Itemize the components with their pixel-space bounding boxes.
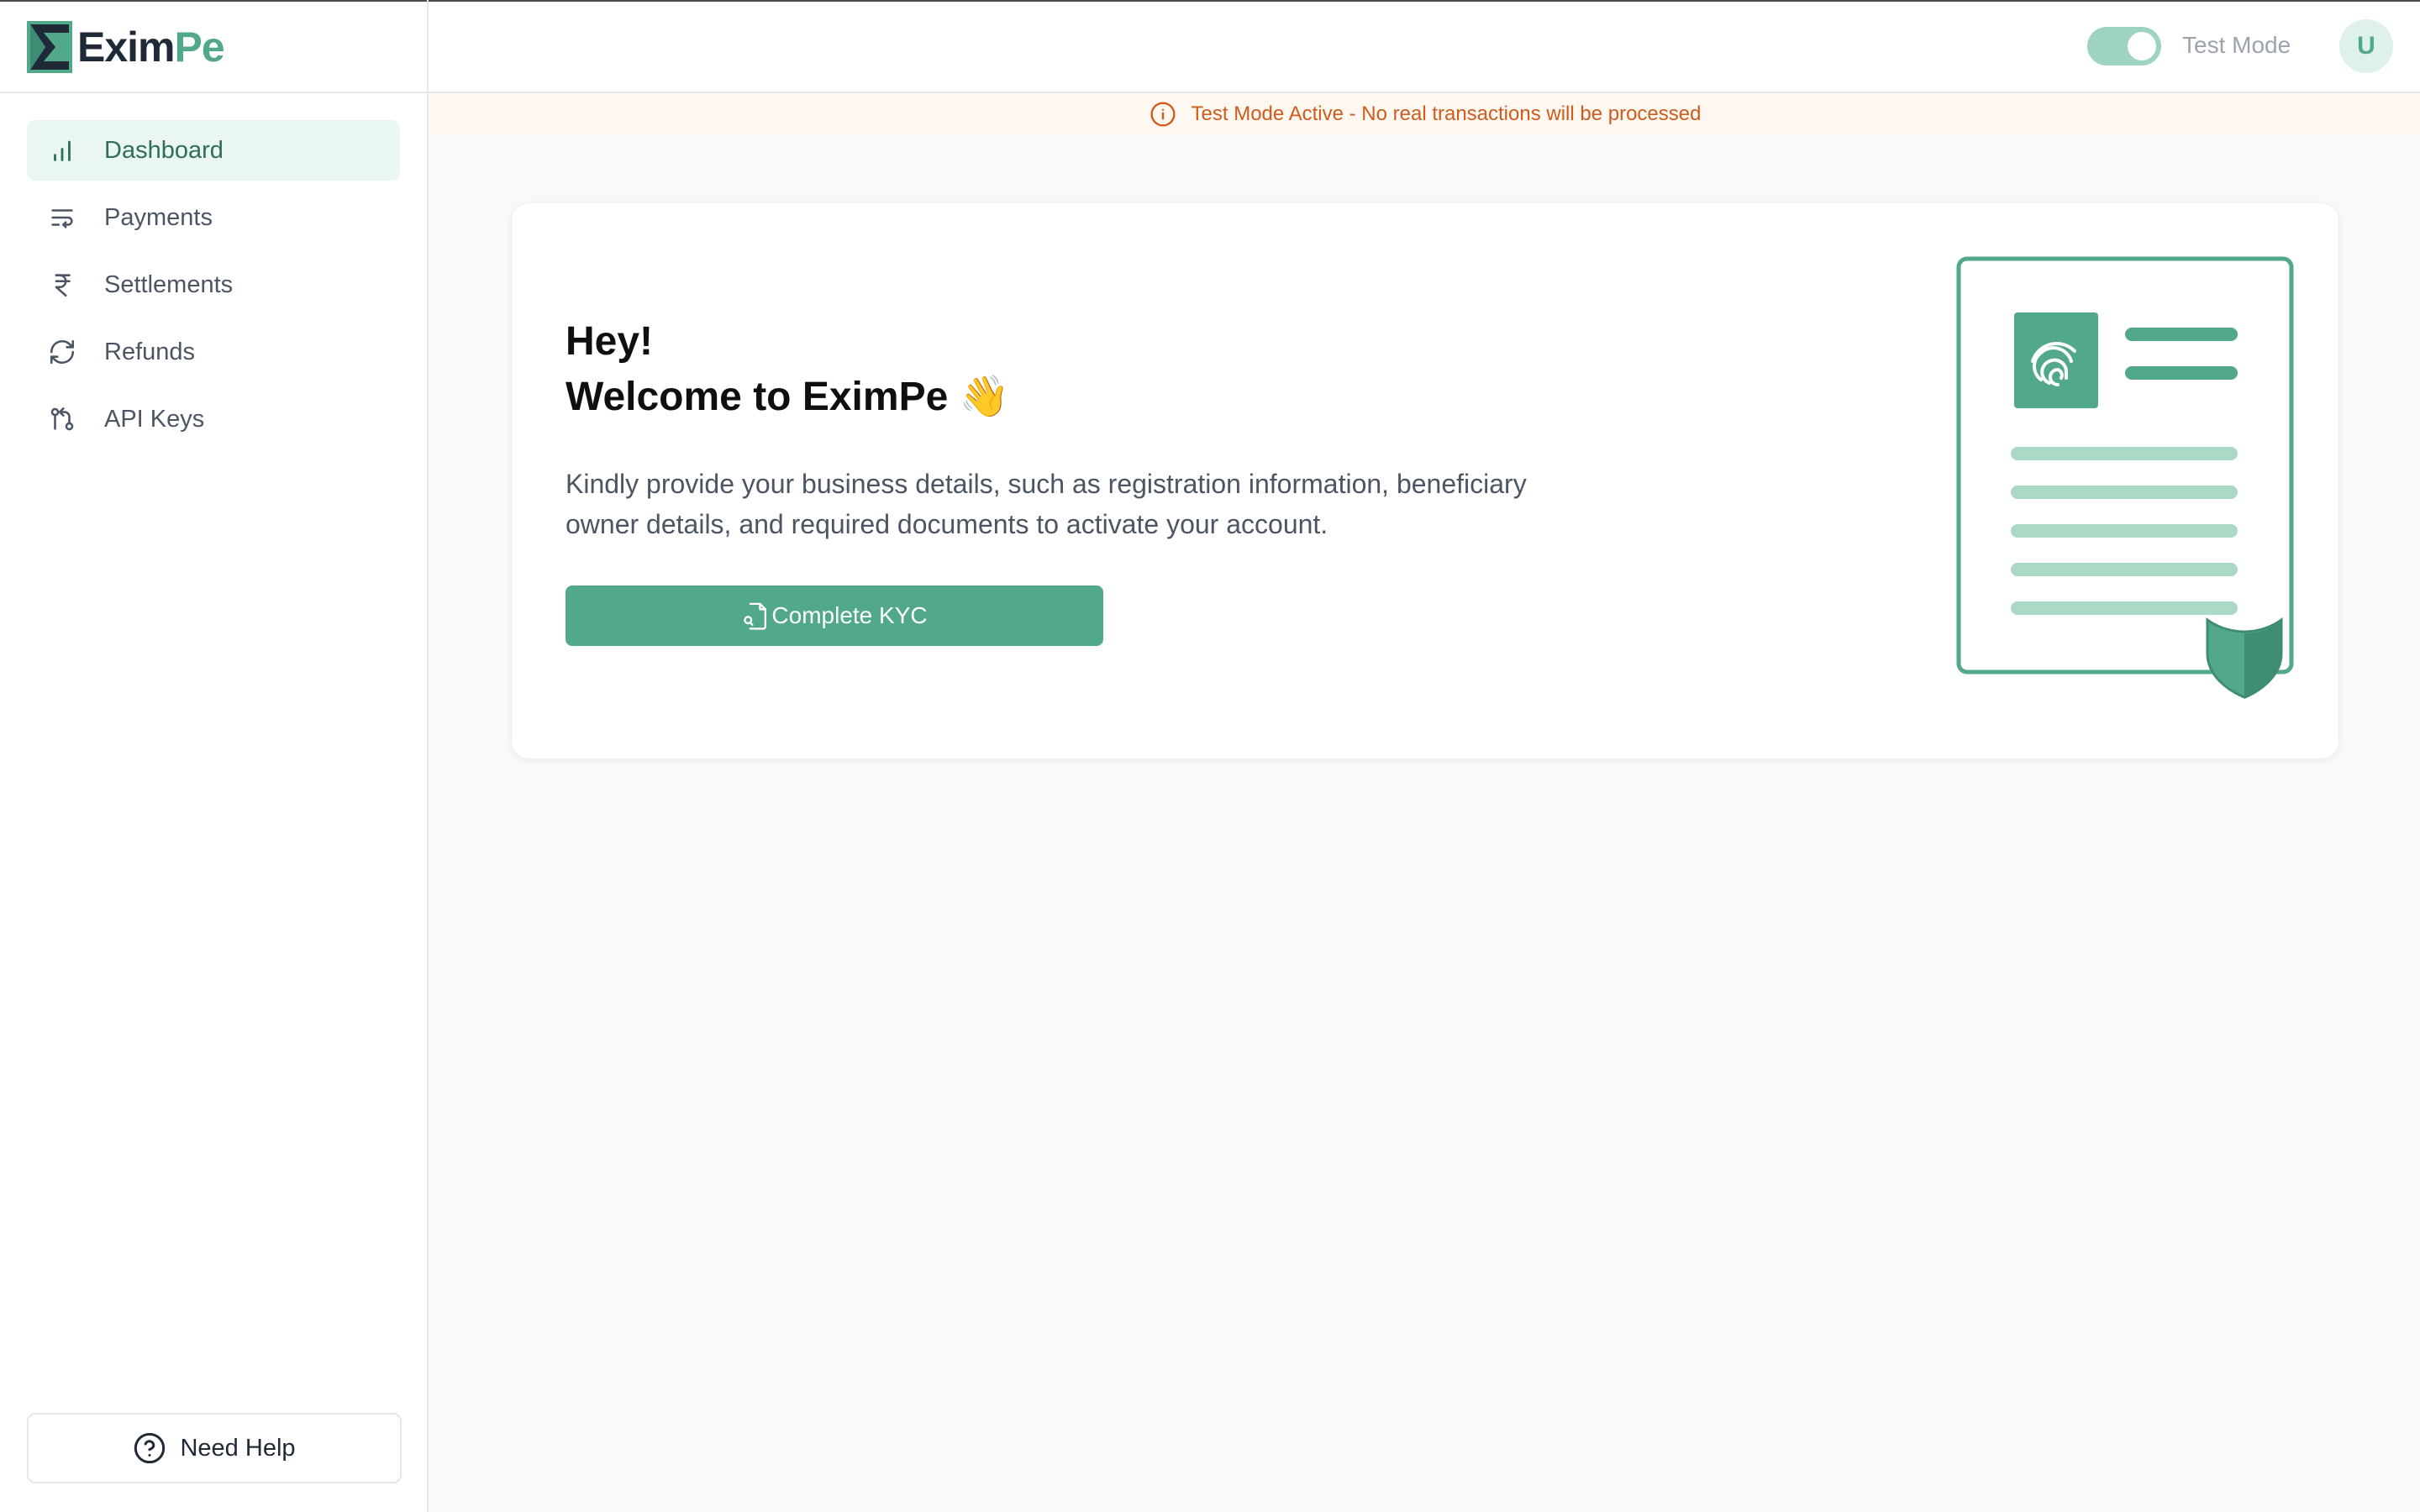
welcome-description: Kindly provide your business details, su…: [566, 469, 1527, 539]
logo-text-pe: Pe: [174, 23, 225, 71]
sidebar-item-label: Dashboard: [104, 136, 224, 164]
logo[interactable]: EximPe: [0, 0, 427, 93]
file-search-icon: [744, 602, 767, 630]
welcome-title: Welcome to EximPe 👋: [566, 375, 1010, 419]
sidebar-item-label: Payments: [104, 203, 213, 231]
git-compare-icon: [47, 404, 77, 434]
sidebar-item-label: API Keys: [104, 405, 205, 433]
complete-kyc-label: Complete KYC: [771, 602, 928, 628]
info-icon: [1150, 102, 1176, 127]
welcome-card: Hey! Welcome to EximPe 👋 Kindly provide …: [511, 202, 2339, 759]
sidebar: EximPe Dashboard Payments Settlements Re…: [0, 0, 429, 1512]
sidebar-item-label: Settlements: [104, 270, 234, 298]
sidebar-item-settlements[interactable]: Settlements: [27, 255, 400, 315]
test-mode-banner: Test Mode Active - No real transactions …: [430, 93, 2420, 135]
test-mode-label: Test Mode: [2182, 32, 2291, 58]
sidebar-item-payments[interactable]: Payments: [27, 187, 400, 248]
banner-text: Test Mode Active - No real transactions …: [1191, 102, 1702, 125]
app-root: EximPe Dashboard Payments Settlements Re…: [0, 0, 2420, 1512]
bar-chart-icon: [47, 135, 77, 165]
kyc-document-illustration: [1956, 256, 2294, 699]
payments-icon: [47, 202, 77, 233]
sidebar-nav: Dashboard Payments Settlements Refunds A…: [0, 93, 427, 449]
complete-kyc-button[interactable]: Complete KYC: [566, 585, 1103, 646]
eximpe-logo-icon: [27, 20, 72, 73]
refresh-icon: [47, 337, 77, 367]
greeting: Hey!: [566, 319, 654, 364]
sidebar-item-dashboard[interactable]: Dashboard: [27, 120, 400, 181]
rupee-icon: [47, 270, 77, 300]
sidebar-item-api-keys[interactable]: API Keys: [27, 389, 400, 449]
logo-text: EximPe: [77, 23, 225, 71]
logo-text-exim: Exim: [77, 23, 176, 71]
test-mode-toggle[interactable]: [2087, 27, 2161, 66]
need-help-button[interactable]: Need Help: [27, 1413, 402, 1483]
need-help-label: Need Help: [180, 1434, 296, 1462]
sidebar-item-refunds[interactable]: Refunds: [27, 322, 400, 382]
help-circle-icon: [134, 1432, 166, 1464]
avatar[interactable]: U: [2339, 19, 2393, 73]
sidebar-item-label: Refunds: [104, 338, 196, 365]
